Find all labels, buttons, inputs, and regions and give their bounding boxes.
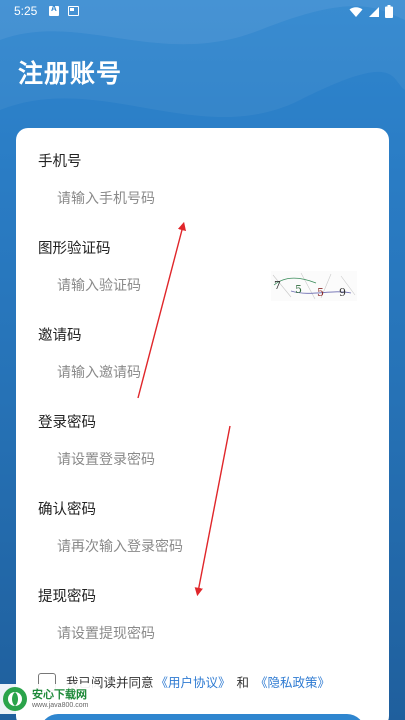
withdraw-password-field: 提现密码 — [38, 587, 368, 645]
captcha-input[interactable] — [57, 275, 257, 297]
watermark: 安心下载网 www.java800.com — [0, 684, 100, 714]
login-password-input[interactable] — [57, 449, 257, 471]
svg-text:7: 7 — [274, 279, 281, 292]
signal-icon — [369, 6, 379, 17]
withdraw-password-input[interactable] — [57, 623, 257, 645]
confirm-password-field: 确认密码 — [38, 500, 368, 558]
status-bar: 5:25 — [0, 0, 405, 24]
a-notification-icon — [49, 4, 59, 16]
screen-notification-icon — [68, 6, 79, 16]
login-password-field: 登录密码 — [38, 413, 368, 471]
phone-label: 手机号 — [38, 154, 82, 170]
register-button[interactable] — [40, 714, 365, 720]
confirm-password-label: 确认密码 — [38, 502, 96, 518]
invite-label: 邀请码 — [38, 328, 82, 344]
battery-icon — [385, 5, 393, 18]
registration-form-card: 手机号 图形验证码 7 5 5 9 邀请码 登录密码 确认密码 提现密码 — [16, 128, 389, 720]
captcha-field: 图形验证码 — [38, 239, 368, 297]
privacy-policy-link[interactable]: 《隐私政策》 — [255, 672, 330, 691]
status-time: 5:25 — [14, 4, 38, 18]
svg-text:5: 5 — [295, 283, 302, 296]
captcha-image[interactable]: 7 5 5 9 — [271, 271, 357, 301]
invite-field: 邀请码 — [38, 326, 368, 384]
page-title: 注册账号 — [18, 59, 123, 88]
user-agreement-link[interactable]: 《用户协议》 — [156, 672, 231, 691]
confirm-password-input[interactable] — [57, 536, 257, 558]
wifi-icon — [349, 6, 363, 17]
watermark-title: 安心下载网 — [32, 688, 87, 701]
login-password-label: 登录密码 — [38, 415, 96, 431]
phone-input[interactable] — [57, 188, 257, 210]
withdraw-password-label: 提现密码 — [38, 589, 96, 605]
watermark-url: www.java800.com — [32, 702, 89, 709]
invite-code-input[interactable] — [57, 362, 257, 384]
captcha-label: 图形验证码 — [38, 241, 111, 257]
agreement-and-text: 和 — [236, 675, 250, 690]
svg-text:5: 5 — [317, 286, 324, 299]
anxin-logo-icon — [3, 687, 27, 711]
svg-text:9: 9 — [339, 286, 346, 299]
phone-field: 手机号 — [38, 152, 368, 210]
